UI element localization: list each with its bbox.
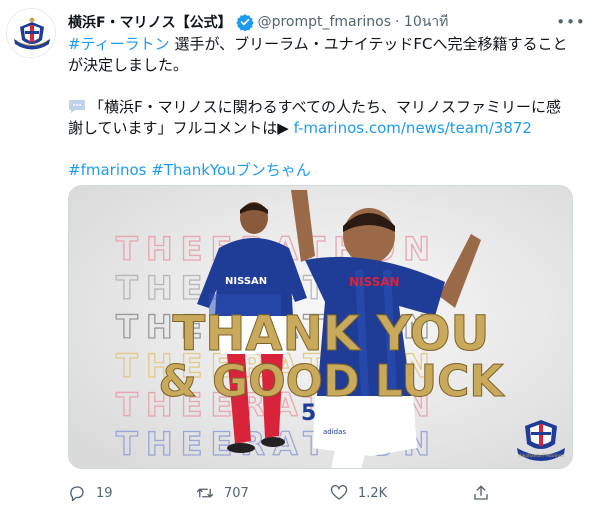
tweet-image[interactable]: THEERATHON THEERATHON THEERATHON THEERAT… bbox=[68, 185, 573, 469]
display-name[interactable]: 横浜F・マリノス【公式】 bbox=[68, 12, 232, 32]
tweet-line-1: #ティーラトン 選手が、ブリーラム・ユナイテッドFCへ完全移籍すること bbox=[68, 34, 568, 55]
speech-bubble-icon bbox=[69, 100, 85, 113]
more-options-button[interactable]: ••• bbox=[556, 10, 586, 34]
tweet-line-3-text: 「横浜F・マリノスに関わるすべての人たち、マリノスファミリーに感 bbox=[89, 98, 561, 116]
retweet-count: 707 bbox=[224, 485, 249, 501]
heart-icon bbox=[330, 485, 348, 500]
headline-good-luck: & GOOD LUCK bbox=[158, 356, 505, 407]
headline-thank-you: THANK YOU bbox=[173, 306, 490, 362]
timestamp[interactable]: · 10นาที bbox=[395, 11, 448, 33]
tweet-line-2: が決定しました。 bbox=[68, 56, 189, 74]
like-count: 1.2K bbox=[358, 485, 388, 501]
avatar[interactable] bbox=[6, 8, 56, 58]
tweet-line-1-text: 選手が、ブリーラム・ユナイテッドFCへ完全移籍すること bbox=[169, 35, 568, 53]
hashtag-link[interactable]: #ThankYouブンちゃん bbox=[151, 161, 310, 179]
club-crest-icon bbox=[14, 17, 50, 50]
reply-icon bbox=[70, 486, 84, 502]
like-button[interactable]: 1.2K bbox=[330, 478, 387, 508]
tweet-text: #ティーラトン 選手が、ブリーラム・ユナイテッドFCへ完全移籍すること が決定し… bbox=[68, 34, 568, 181]
tweet-line-4: 謝しています」フルコメントは▶ f-marinos.com/news/team/… bbox=[68, 118, 568, 139]
share-icon bbox=[474, 485, 488, 500]
brand-mark-text: adidas bbox=[323, 428, 346, 436]
tweet-line-4-text: 謝しています」フルコメントは▶ bbox=[68, 119, 294, 137]
reply-button[interactable]: 19 bbox=[68, 478, 113, 508]
hashtags-line: #fmarinos #ThankYouブンちゃん bbox=[68, 160, 568, 181]
crest-caption-text: Yokohama F·Marinos bbox=[517, 453, 565, 459]
jersey-sponsor-text: NISSAN bbox=[225, 276, 267, 287]
more-icon: ••• bbox=[556, 13, 586, 31]
tweet[interactable]: 横浜F・マリノス【公式】 @prompt_fmarinos · 10นาที •… bbox=[0, 0, 613, 518]
external-link[interactable]: f-marinos.com/news/team/3872 bbox=[294, 119, 532, 137]
jersey-sponsor-text: NISSAN bbox=[349, 275, 400, 289]
farewell-graphic: THEERATHON THEERATHON THEERATHON THEERAT… bbox=[69, 186, 572, 468]
verified-badge-icon bbox=[235, 14, 254, 31]
reply-count: 19 bbox=[96, 485, 113, 501]
retweet-button[interactable]: 707 bbox=[196, 478, 249, 508]
tweet-actions: 19 707 1.2K bbox=[68, 478, 548, 508]
share-button[interactable] bbox=[472, 478, 500, 508]
handle[interactable]: @prompt_fmarinos bbox=[258, 14, 391, 30]
tweet-line-3: 「横浜F・マリノスに関わるすべての人たち、マリノスファミリーに感 bbox=[68, 97, 568, 118]
hashtag-link[interactable]: #ティーラトン bbox=[68, 35, 170, 53]
hashtag-link[interactable]: #fmarinos bbox=[68, 161, 147, 179]
retweet-icon bbox=[196, 488, 214, 498]
tweet-header: 横浜F・マリノス【公式】 @prompt_fmarinos · 10นาที bbox=[68, 12, 448, 32]
